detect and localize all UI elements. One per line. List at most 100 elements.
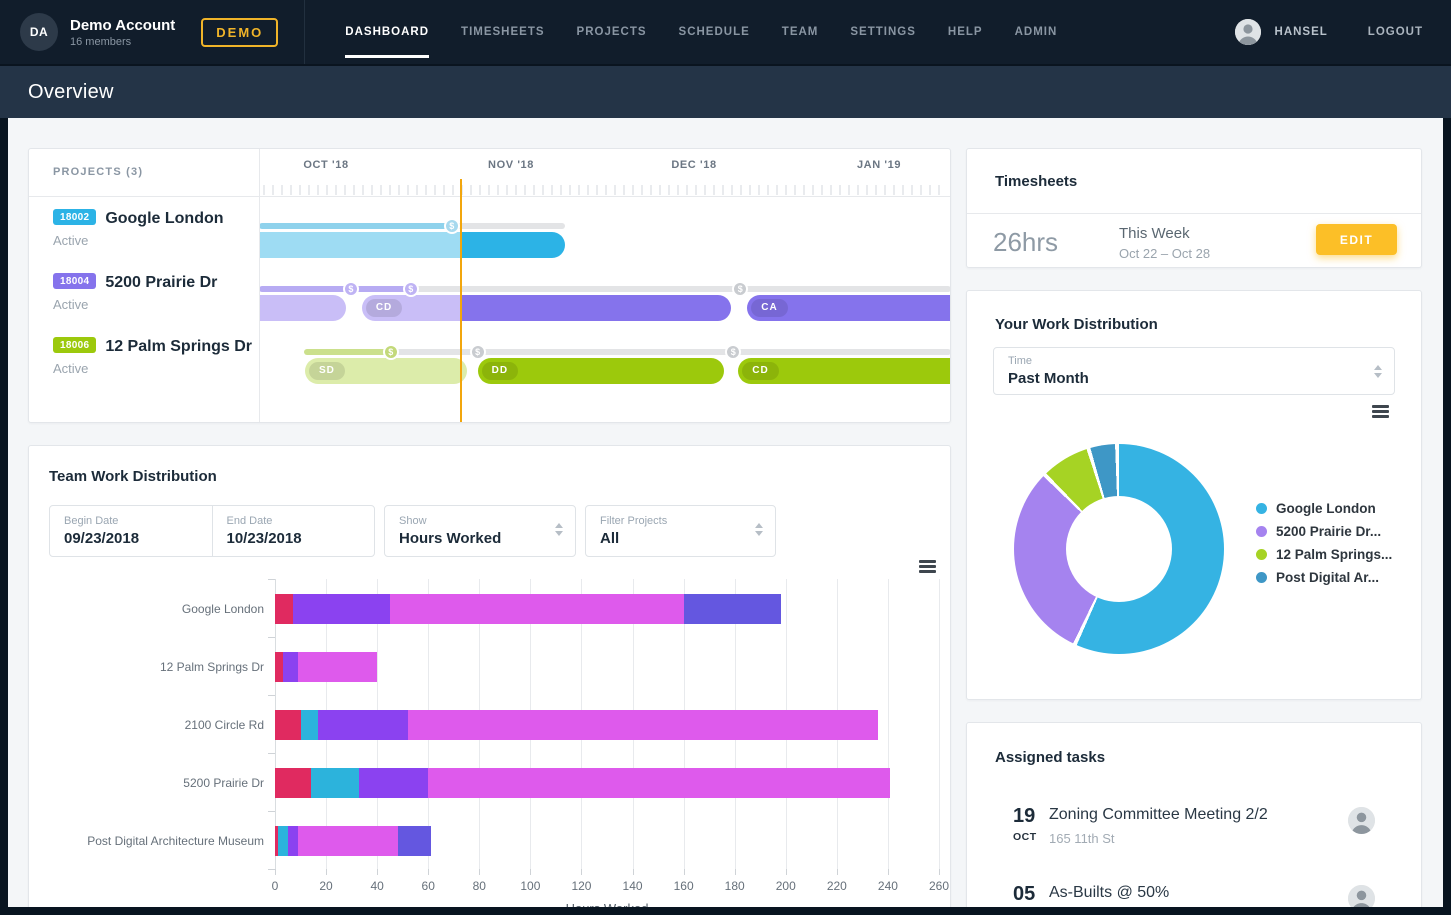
bar-segment[interactable]: [311, 768, 360, 798]
y-tick-mark: [268, 753, 275, 754]
nav-item-settings[interactable]: SETTINGS: [834, 0, 932, 64]
user-avatar[interactable]: [1235, 19, 1261, 45]
bar-segment[interactable]: [318, 710, 407, 740]
bar-segment[interactable]: [301, 710, 319, 740]
fee-milestone-marker[interactable]: $: [383, 344, 399, 360]
timesheet-period: This Week: [1119, 225, 1190, 242]
fee-milestone-marker[interactable]: $: [470, 344, 486, 360]
task-item[interactable]: 19OCTZoning Committee Meeting 2/2165 11t…: [967, 805, 1421, 865]
x-tick-mark: [735, 869, 736, 875]
edit-timesheet-button[interactable]: EDIT: [1316, 224, 1397, 255]
bar-segment[interactable]: [684, 594, 781, 624]
bar-segment[interactable]: [408, 710, 878, 740]
nav-item-timesheets[interactable]: TIMESHEETS: [445, 0, 560, 64]
page-subheader: Overview: [0, 66, 1451, 118]
begin-date-field[interactable]: Begin Date 09/23/2018: [50, 506, 212, 556]
account-block[interactable]: DA Demo Account 16 members DEMO: [20, 0, 305, 64]
x-tick-mark: [275, 869, 276, 875]
main-nav: DASHBOARDTIMESHEETSPROJECTSSCHEDULETEAMS…: [329, 0, 1234, 64]
x-tick-mark: [888, 869, 889, 875]
nav-item-projects[interactable]: PROJECTS: [561, 0, 663, 64]
x-tick-mark: [786, 869, 787, 875]
project-status: Active: [53, 361, 253, 376]
project-name[interactable]: 5200 Prairie Dr: [105, 274, 217, 291]
account-avatar[interactable]: DA: [20, 13, 58, 51]
filter-projects-select[interactable]: Filter Projects All: [585, 505, 776, 557]
assignee-avatar[interactable]: [1348, 885, 1375, 907]
nav-item-team[interactable]: TEAM: [766, 0, 835, 64]
assignee-avatar[interactable]: [1348, 807, 1375, 834]
progress-bar-segment: [482, 349, 734, 355]
bar-segment[interactable]: [359, 768, 428, 798]
gantt-row-timeline: SDDDCD$$$: [259, 197, 950, 422]
project-name[interactable]: 12 Palm Springs Dr: [105, 338, 252, 355]
task-location: 165 11th St: [1049, 831, 1115, 846]
work-distribution-donut[interactable]: [1014, 444, 1224, 654]
fee-milestone-marker[interactable]: $: [725, 344, 741, 360]
end-date-label: End Date: [227, 515, 361, 527]
bar-segment[interactable]: [275, 768, 311, 798]
x-tick-label: 160: [674, 879, 694, 893]
bar-segment[interactable]: [293, 594, 390, 624]
category-label: Google London: [49, 594, 264, 624]
nav-item-admin[interactable]: ADMIN: [999, 0, 1074, 64]
task-item[interactable]: 05NOVAs-Builts @ 50%165 11th St: [967, 883, 1421, 907]
legend-item[interactable]: Post Digital Ar...: [1256, 566, 1392, 589]
chart-menu-icon[interactable]: [1372, 405, 1389, 420]
legend-label: 5200 Prairie Dr...: [1276, 524, 1381, 539]
nav-item-dashboard[interactable]: DASHBOARD: [329, 0, 445, 64]
gridline: [888, 579, 889, 869]
project-id-badge: 18006: [53, 337, 96, 353]
fee-milestone-marker[interactable]: $: [403, 281, 419, 297]
project-name-line: 180045200 Prairie Dr: [53, 273, 253, 292]
project-name-line: 18006 12 Palm Springs Dr: [53, 337, 253, 356]
legend-item[interactable]: 12 Palm Springs...: [1256, 543, 1392, 566]
phase-label: CD: [742, 362, 778, 380]
phase-bar-cd[interactable]: CD: [738, 358, 951, 384]
fee-milestone-marker[interactable]: $: [343, 281, 359, 297]
x-tick-label: 140: [623, 879, 643, 893]
bar-segment[interactable]: [275, 652, 283, 682]
gantt-tick-strip: [263, 185, 946, 195]
x-tick-mark: [479, 869, 480, 875]
x-tick-mark: [837, 869, 838, 875]
bar-segment[interactable]: [288, 826, 298, 856]
nav-item-help[interactable]: HELP: [932, 0, 999, 64]
show-select[interactable]: Show Hours Worked: [384, 505, 576, 557]
project-status: Active: [53, 233, 253, 248]
legend-item[interactable]: 5200 Prairie Dr...: [1256, 520, 1392, 543]
phase-bar-sd[interactable]: SD: [305, 358, 467, 384]
project-name[interactable]: Google London: [105, 210, 223, 227]
bar-segment[interactable]: [275, 710, 301, 740]
bar-segment[interactable]: [390, 594, 684, 624]
bar-segment[interactable]: [275, 594, 293, 624]
progress-bar-segment: [737, 349, 951, 355]
legend-item[interactable]: Google London: [1256, 497, 1392, 520]
user-name[interactable]: HANSEL: [1275, 26, 1328, 38]
chart-menu-icon[interactable]: [919, 560, 936, 575]
show-value: Hours Worked: [399, 530, 561, 547]
logout-button[interactable]: LOGOUT: [1368, 26, 1423, 38]
work-distribution-title: Your Work Distribution: [995, 316, 1158, 333]
bar-segment[interactable]: [278, 826, 288, 856]
team-filters: Begin Date 09/23/2018 End Date 10/23/201…: [49, 505, 930, 557]
task-title: Zoning Committee Meeting 2/2: [1049, 806, 1268, 824]
fee-milestone-marker[interactable]: $: [444, 218, 460, 234]
nav-item-schedule[interactable]: SCHEDULE: [663, 0, 766, 64]
phase-label: SD: [309, 362, 345, 380]
timesheet-hours: 26hrs: [993, 227, 1058, 258]
bar-segment[interactable]: [298, 826, 398, 856]
bar-segment[interactable]: [283, 652, 298, 682]
time-select[interactable]: Time Past Month: [993, 347, 1395, 395]
phase-bar-dd[interactable]: DD: [478, 358, 725, 384]
x-tick-label: 220: [827, 879, 847, 893]
gantt-month-label: DEC '18: [671, 159, 716, 171]
chevron-updown-icon: [1374, 365, 1382, 378]
bar-segment[interactable]: [298, 652, 377, 682]
bar-segment[interactable]: [398, 826, 431, 856]
progress-bar-segment: [304, 349, 391, 355]
project-id-badge: 18002: [53, 209, 96, 225]
projects-gantt-panel: PROJECTS (3) OCT '18NOV '18DEC '18JAN '1…: [28, 148, 951, 423]
bar-segment[interactable]: [428, 768, 890, 798]
end-date-field[interactable]: End Date 10/23/2018: [212, 506, 375, 556]
